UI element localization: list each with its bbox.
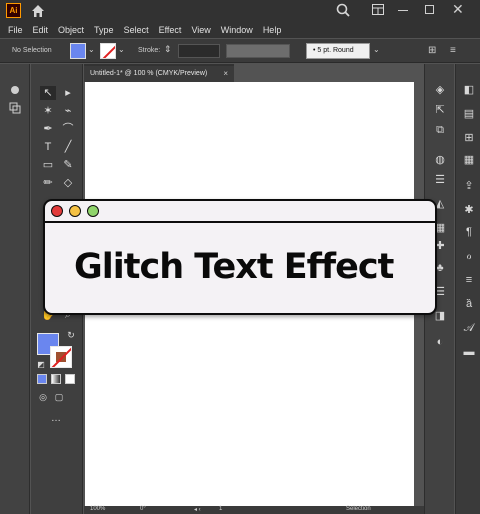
close-document-icon[interactable]: × (223, 69, 228, 78)
menu-bar: File Edit Object Type Select Effect View… (0, 22, 480, 38)
line-segment-tool-icon[interactable]: ╱ (60, 140, 76, 154)
curvature-tool-icon[interactable]: ⌒ (60, 122, 76, 136)
maximize-dot-icon (87, 205, 99, 217)
document-tab[interactable]: Untitled-1* @ 100 % (CMYK/Preview) × (84, 64, 234, 82)
brush-definition-label: 5 pt. Round (317, 47, 354, 54)
title-card-window: Glitch Text Effect (43, 199, 437, 315)
type-tool-icon[interactable]: T (40, 140, 56, 154)
magic-wand-tool-icon[interactable]: ✶ (40, 104, 56, 118)
paintbrush-tool-icon[interactable]: ✎ (60, 158, 76, 172)
panel-menu-icon[interactable]: ≡ (450, 45, 456, 56)
pathfinder-panel-icon[interactable]: ◨ (433, 310, 447, 322)
left-panel-strip (0, 64, 30, 514)
appearance-panel-icon[interactable]: ◍ (433, 154, 447, 166)
menu-help[interactable]: Help (263, 25, 282, 35)
current-tool-label: Selection (346, 506, 371, 512)
menu-window[interactable]: Window (221, 25, 253, 35)
minimize-window-icon[interactable] (398, 10, 408, 11)
selection-status: No Selection (12, 47, 52, 54)
variable-width-profile-dropdown[interactable] (226, 44, 290, 58)
document-tab-title: Untitled-1* @ 100 % (CMYK/Preview) (90, 70, 208, 77)
navigator-panel-icon[interactable]: 𝒜 (462, 322, 476, 334)
artboards-panel-icon[interactable] (9, 102, 21, 114)
stroke-weight-stepper-icon[interactable]: ⇕ (164, 44, 172, 55)
status-bar: 100% 0° ◂ ‹ 1 Selection (84, 506, 424, 514)
search-icon[interactable] (336, 3, 350, 17)
align-options-icon[interactable]: ⊞ (428, 45, 436, 56)
home-icon[interactable] (30, 3, 46, 19)
pencil-tool-icon[interactable]: ✏ (40, 176, 56, 190)
close-window-icon[interactable]: ✕ (452, 1, 464, 18)
gradient-mode-icon[interactable] (51, 374, 61, 384)
screen-mode-icon[interactable]: ▢ (51, 390, 67, 404)
opentype-panel-icon[interactable]: ℴ (462, 250, 476, 262)
artboard-number[interactable]: 1 (219, 506, 222, 512)
stroke-dropdown-chevron-icon[interactable]: ⌄ (118, 45, 125, 54)
lasso-tool-icon[interactable]: ⌁ (60, 104, 76, 118)
edit-toolbar-icon[interactable]: … (48, 412, 64, 426)
panel-collapse-icon[interactable] (9, 84, 21, 96)
asset-export-panel-icon[interactable]: ⇪ (462, 180, 476, 192)
swap-fill-stroke-icon[interactable]: ↻ (63, 328, 79, 342)
menu-type[interactable]: Type (94, 25, 114, 35)
brush-dropdown-chevron-icon[interactable]: ⌄ (373, 45, 380, 54)
image-trace-panel-icon[interactable]: ✱ (462, 204, 476, 216)
stroke-color-box[interactable] (50, 346, 72, 368)
title-card-titlebar (45, 201, 435, 223)
properties-panel-icon[interactable]: ◧ (462, 84, 476, 96)
paragraph-panel-icon[interactable]: ¶ (462, 226, 476, 238)
illustrator-logo: Ai (6, 3, 21, 18)
align-panel-icon[interactable]: ⊞ (462, 132, 476, 144)
stroke-label: Stroke: (138, 47, 161, 54)
headline-text: Glitch Text Effect (74, 247, 394, 287)
export-panel-icon[interactable]: ⇱ (433, 104, 447, 116)
stroke-weight-field[interactable] (178, 44, 220, 58)
character-panel-icon[interactable]: ≡ (462, 274, 476, 286)
color-mode-icon[interactable] (37, 374, 47, 384)
glyphs-panel-icon[interactable]: ȁ (462, 298, 476, 310)
menu-object[interactable]: Object (58, 25, 84, 35)
rotate-view-value[interactable]: 0° (140, 506, 146, 512)
stroke-color-swatch[interactable] (100, 43, 116, 59)
drawing-mode-icon[interactable]: ◎ (35, 390, 51, 404)
color-guide-panel-icon[interactable]: ▦ (462, 154, 476, 166)
close-dot-icon (51, 205, 63, 217)
artboard-nav-arrows-icon[interactable]: ◂ ‹ (194, 506, 201, 513)
transform-panel-icon[interactable]: ⧉ (433, 124, 447, 136)
minimize-dot-icon (69, 205, 81, 217)
pen-tool-icon[interactable]: ✒ (40, 122, 56, 136)
menu-select[interactable]: Select (124, 25, 149, 35)
menu-file[interactable]: File (8, 25, 23, 35)
brush-bullet-icon: • (313, 47, 316, 54)
fill-dropdown-chevron-icon[interactable]: ⌄ (88, 45, 95, 54)
links-panel-icon[interactable]: ▬ (462, 346, 476, 358)
direct-selection-tool-icon[interactable]: ▸ (60, 86, 76, 100)
default-fill-stroke-icon[interactable]: ◩ (33, 358, 49, 372)
transparency-panel-icon[interactable]: ◐ (433, 336, 447, 348)
eraser-tool-icon[interactable]: ◇ (60, 176, 76, 190)
none-mode-icon[interactable] (65, 374, 75, 384)
app-title-bar: Ai ✕ (0, 0, 480, 22)
maximize-window-icon[interactable] (425, 5, 434, 14)
right-panel-dock-secondary: ◧ ▤ ⊞ ▦ ⇪ ✱ ¶ ℴ ≡ ȁ 𝒜 ▬ (455, 64, 480, 514)
workspace-switcher-icon[interactable] (372, 4, 384, 15)
libraries-panel-icon[interactable]: ▤ (462, 108, 476, 120)
layers-panel-icon[interactable]: ◈ (433, 84, 447, 96)
menu-view[interactable]: View (191, 25, 210, 35)
fill-color-swatch[interactable] (70, 43, 86, 59)
rectangle-tool-icon[interactable]: ▭ (40, 158, 56, 172)
selection-tool-icon[interactable]: ↖ (40, 86, 56, 100)
brush-definition-dropdown[interactable]: • 5 pt. Round (306, 43, 370, 59)
menu-effect[interactable]: Effect (159, 25, 182, 35)
menu-edit[interactable]: Edit (33, 25, 49, 35)
control-bar: No Selection ⌄ ⌄ Stroke: ⇕ • 5 pt. Round… (0, 39, 480, 63)
graphic-styles-panel-icon[interactable]: ☰ (433, 174, 447, 186)
zoom-level[interactable]: 100% (90, 506, 105, 512)
